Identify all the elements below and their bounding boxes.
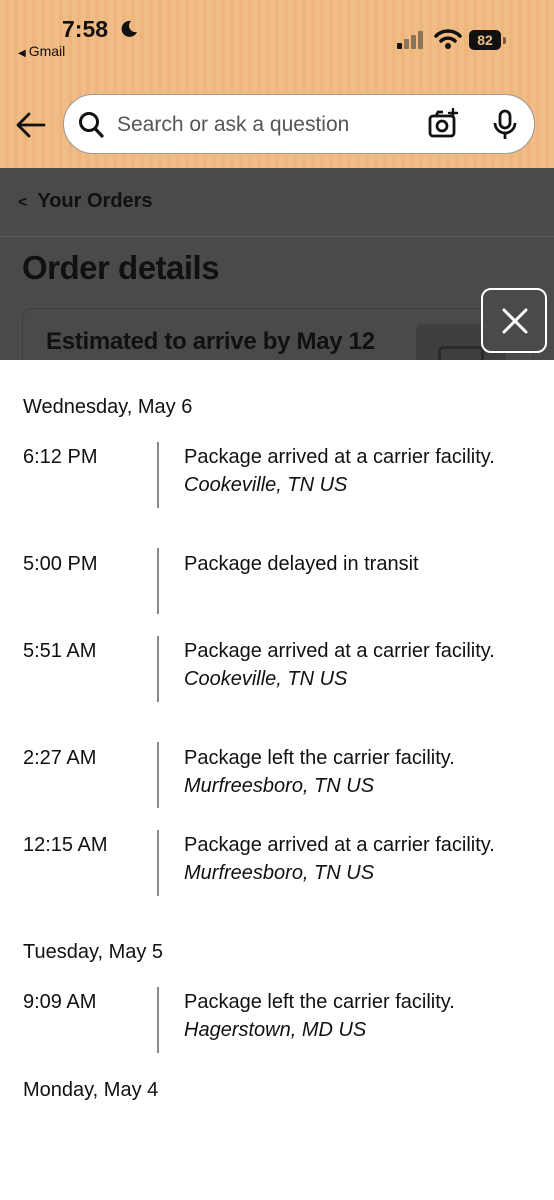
- timeline-line: [157, 548, 159, 614]
- tracking-sheet: Wednesday, May 6 6:12 PM Package arrived…: [0, 360, 554, 1200]
- event-text: Package left the carrier facility.: [184, 991, 455, 1013]
- event-time: 9:09 AM: [23, 991, 97, 1013]
- event-description: Package arrived at a carrier facility. Mu…: [184, 831, 514, 887]
- event-location: Cookeville, TN US: [184, 668, 348, 690]
- timeline-line: [157, 987, 159, 1053]
- chevron-left-icon: <: [18, 194, 28, 211]
- back-arrow-icon[interactable]: [16, 112, 46, 138]
- event-text: Package delayed in transit: [184, 553, 419, 575]
- event-description: Package arrived at a carrier facility. Co…: [184, 637, 514, 693]
- estimate-heading: Estimated to arrive by May 12: [46, 328, 375, 355]
- event-text: Package arrived at a carrier facility.: [184, 640, 495, 662]
- event-location: Murfreesboro, TN US: [184, 775, 375, 797]
- battery-nub: [503, 37, 506, 44]
- event-time: 5:51 AM: [23, 640, 97, 662]
- timeline-line: [157, 442, 159, 508]
- event-time: 12:15 AM: [23, 834, 108, 856]
- search-input[interactable]: Search or ask a question: [63, 94, 535, 154]
- battery-indicator: 82: [469, 30, 501, 50]
- event-time: 2:27 AM: [23, 747, 97, 769]
- close-icon: [502, 308, 528, 334]
- event-text: Package arrived at a carrier facility.: [184, 446, 495, 468]
- page-title: Order details: [22, 249, 220, 286]
- event-time: 5:00 PM: [23, 553, 98, 575]
- event-text: Package left the carrier facility.: [184, 747, 455, 769]
- breadcrumb-label: Your Orders: [37, 190, 153, 212]
- moon-icon: [121, 20, 137, 37]
- close-button[interactable]: [481, 288, 547, 353]
- wifi-icon: [434, 29, 462, 49]
- back-to-app-link[interactable]: ◀ Gmail: [18, 43, 65, 59]
- back-app-label: Gmail: [28, 43, 66, 59]
- day-heading: Wednesday, May 6: [23, 396, 193, 418]
- search-icon: [79, 112, 104, 138]
- event-description: Package delayed in transit: [184, 550, 514, 578]
- timeline-line: [157, 636, 159, 702]
- product-image: [438, 346, 484, 360]
- back-triangle-icon: ◀: [18, 48, 26, 59]
- signal-icon: [397, 31, 423, 49]
- day-heading: Tuesday, May 5: [23, 941, 164, 963]
- divider: [0, 236, 554, 237]
- event-description: Package left the carrier facility. Murfre…: [184, 744, 514, 800]
- event-time: 6:12 PM: [23, 446, 98, 468]
- search-placeholder: Search or ask a question: [117, 113, 350, 136]
- day-heading: Monday, May 4: [23, 1079, 159, 1101]
- breadcrumb[interactable]: < Your Orders: [18, 190, 153, 213]
- timeline-line: [157, 830, 159, 896]
- timeline-line: [157, 742, 159, 808]
- event-location: Hagerstown, MD US: [184, 1019, 367, 1041]
- event-text: Package arrived at a carrier facility.: [184, 834, 495, 856]
- event-description: Package arrived at a carrier facility. Co…: [184, 443, 514, 499]
- app-header: 7:58 ◀ Gmail 82 Search or ask a question: [0, 0, 554, 168]
- camera-icon[interactable]: [428, 108, 460, 140]
- event-description: Package left the carrier facility. Hagers…: [184, 988, 514, 1044]
- mic-icon[interactable]: [492, 109, 518, 141]
- status-time: 7:58: [62, 16, 109, 42]
- event-location: Cookeville, TN US: [184, 474, 348, 496]
- event-location: Murfreesboro, TN US: [184, 862, 375, 884]
- order-page-overlay: < Your Orders Order details Estimated to …: [0, 168, 554, 360]
